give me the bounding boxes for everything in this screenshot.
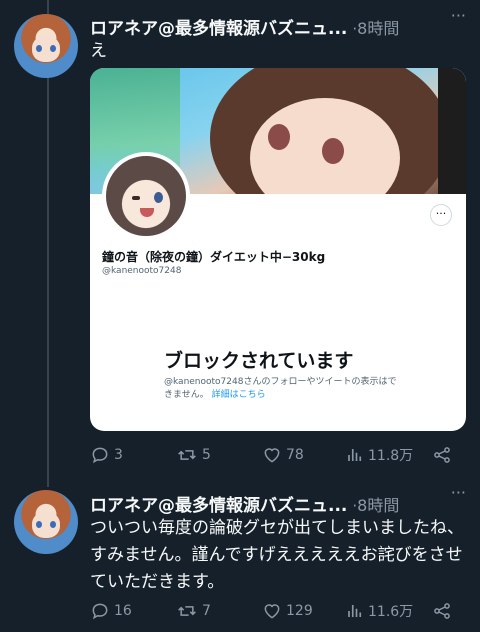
tweet-actions: 3 5 78 11.8万	[90, 443, 466, 467]
like-button[interactable]: 78	[262, 443, 304, 467]
retweet-count: 5	[202, 447, 211, 463]
blocked-title: ブロックされています	[164, 350, 354, 372]
learn-more-link[interactable]: 詳細はこちら	[212, 390, 266, 400]
tweet-text: え	[90, 41, 107, 61]
more-icon[interactable]: ···	[451, 8, 466, 24]
avatar[interactable]	[14, 490, 78, 554]
blocked-description-text: @kanenooto7248さんのフォローやツイートの表示はできません。	[164, 377, 397, 400]
tweet-actions: 16 7 129 11.6万	[90, 599, 466, 623]
reply-icon	[92, 447, 108, 464]
views-icon	[348, 605, 362, 617]
retweet-count: 7	[202, 603, 211, 619]
author-name[interactable]: ロアネア@最多情報源バズニュ...	[90, 491, 347, 516]
share-button[interactable]	[432, 443, 452, 467]
tweet-text: ついつい毎度の論破グセが出てしまいましたね、すみません。謹んですげえええええお詫…	[90, 518, 464, 592]
like-button[interactable]: 129	[262, 599, 313, 623]
card-handle: @kanenooto7248	[102, 266, 182, 276]
retweet-button[interactable]: 7	[176, 599, 211, 623]
author-name[interactable]: ロアネア@最多情報源バズニュ...	[90, 14, 347, 39]
profile-avatar	[102, 152, 190, 240]
views-count: 11.6万	[368, 604, 414, 620]
retweet-icon	[178, 606, 196, 616]
like-count: 129	[286, 603, 313, 619]
share-icon	[434, 603, 450, 619]
card-profile-name: 鐘の音（除夜の鐘）ダイエット中−30kg	[102, 250, 326, 264]
tweet-header: ロアネア@最多情報源バズニュ... · 8時間 ···	[90, 485, 466, 517]
like-icon	[264, 604, 280, 619]
share-icon	[434, 447, 450, 463]
views-count: 11.8万	[368, 448, 414, 464]
card-more-icon[interactable]: ···	[430, 204, 452, 226]
retweet-icon	[178, 450, 196, 460]
avatar[interactable]	[14, 14, 78, 78]
blocked-description: @kanenooto7248さんのフォローやツイートの表示はできません。 詳細は…	[164, 376, 400, 402]
timestamp[interactable]: 8時間	[357, 492, 399, 516]
reply-button[interactable]: 16	[90, 599, 132, 623]
more-icon[interactable]: ···	[451, 485, 466, 501]
reply-count: 3	[114, 447, 123, 463]
reply-icon	[92, 603, 108, 620]
reply-button[interactable]: 3	[90, 443, 123, 467]
retweet-button[interactable]: 5	[176, 443, 211, 467]
share-button[interactable]	[432, 599, 452, 623]
like-count: 78	[286, 447, 304, 463]
views-icon	[348, 449, 362, 461]
embedded-profile-card[interactable]: ··· 鐘の音（除夜の鐘）ダイエット中−30kg @kanenooto7248 …	[90, 68, 466, 431]
reply-count: 16	[114, 603, 132, 619]
views-button[interactable]: 11.6万	[346, 599, 413, 623]
timestamp[interactable]: 8時間	[357, 15, 399, 39]
views-button[interactable]: 11.8万	[346, 443, 413, 467]
tweet-header: ロアネア@最多情報源バズニュ... · 8時間 ···	[90, 8, 466, 40]
like-icon	[264, 448, 280, 463]
